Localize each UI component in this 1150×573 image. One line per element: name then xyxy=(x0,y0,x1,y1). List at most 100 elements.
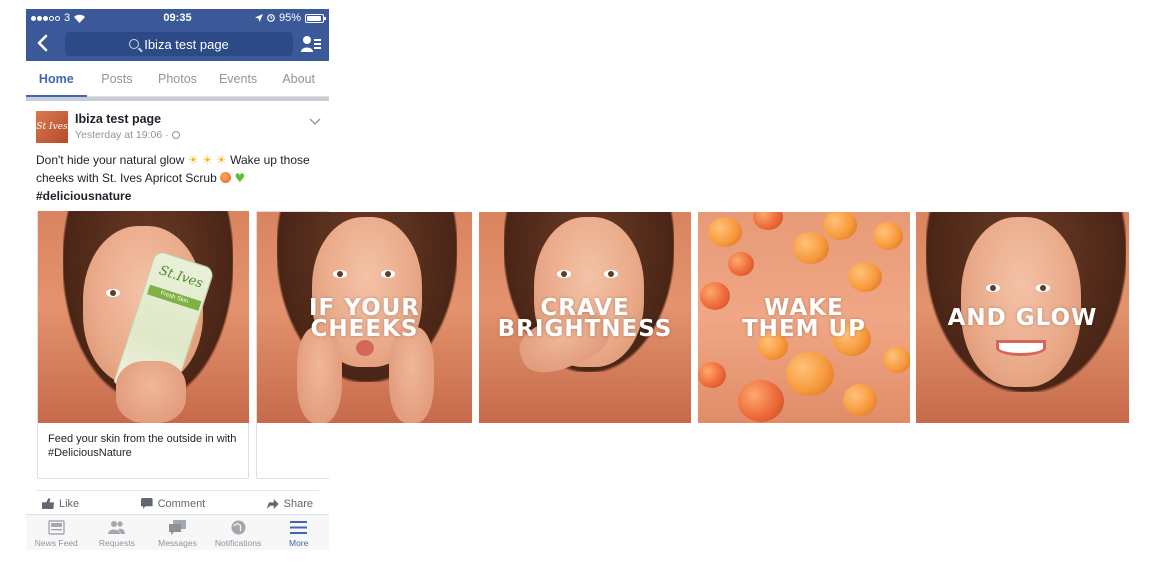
apricot xyxy=(793,232,829,264)
bottom-tab-label: Requests xyxy=(98,538,135,548)
peach-emoji-icon xyxy=(220,172,232,183)
lips xyxy=(356,340,374,356)
post-hashtag[interactable]: #deliciousnature xyxy=(36,189,131,203)
sun-emoji-icon: ☀ xyxy=(201,153,213,167)
post-text: Don't hide your natural glow ☀ ☀ ☀ Wake … xyxy=(36,151,321,205)
apricot xyxy=(883,347,910,373)
bottom-tab-label: Messages xyxy=(158,538,197,548)
post-text-line1: Don't hide your natural glow xyxy=(36,153,185,167)
news-feed-icon xyxy=(48,520,65,535)
page-tabs: Home Posts Photos Events About xyxy=(26,61,329,97)
slide-overlay-text: CRAVE BRIGHTNESS xyxy=(479,297,691,342)
carousel-image-3[interactable]: CRAVE BRIGHTNESS xyxy=(479,212,691,423)
tab-posts[interactable]: Posts xyxy=(87,61,148,96)
status-bar: 3 09:35 95% xyxy=(26,9,329,28)
green-heart-emoji-icon: ♥ xyxy=(234,171,246,185)
apricot xyxy=(848,262,882,292)
apricot xyxy=(873,222,903,250)
carousel-image-5[interactable]: AND GLOW xyxy=(916,212,1129,423)
comment-button[interactable]: Comment xyxy=(135,498,212,510)
sun-emoji-icon: ☀ xyxy=(215,153,227,167)
bottom-tab-label: News Feed xyxy=(34,538,78,548)
apricot xyxy=(753,212,783,230)
requests-icon xyxy=(108,521,126,534)
search-icon xyxy=(129,39,140,49)
product-brand-label: St.Ives xyxy=(157,263,205,292)
more-icon xyxy=(290,521,308,534)
battery-percent: 95% xyxy=(278,12,301,24)
bottom-tab-notifications[interactable]: Notifications xyxy=(208,515,269,550)
overlay-line: THEM UP xyxy=(741,316,867,342)
post-meta: Yesterday at 19:06 · xyxy=(75,129,180,141)
carousel-card-caption: Feed your skin from the outside in with … xyxy=(48,433,237,459)
sun-emoji-icon: ☀ xyxy=(187,153,199,167)
bottom-tab-bar: News Feed Requests Messages Notification… xyxy=(26,514,329,550)
slide-overlay-text: WAKE THEM UP xyxy=(698,297,910,342)
globe-icon xyxy=(171,131,180,139)
bottom-tab-more[interactable]: More xyxy=(268,515,329,550)
bottom-tab-messages[interactable]: Messages xyxy=(147,515,208,550)
bottom-tab-label: Notifications xyxy=(214,538,262,548)
slide-overlay-text: IF YOUR CHEEKS xyxy=(257,297,472,342)
tab-events[interactable]: Events xyxy=(208,61,269,96)
eye xyxy=(333,270,347,278)
alarm-icon xyxy=(267,14,275,22)
status-right: 95% xyxy=(254,12,326,24)
notifications-icon xyxy=(231,520,246,535)
apricot xyxy=(698,362,726,388)
bottom-tab-label: More xyxy=(288,538,309,548)
share-icon xyxy=(266,499,279,509)
post-page-name[interactable]: Ibiza test page xyxy=(75,112,161,126)
search-text: Ibiza test page xyxy=(144,36,229,52)
like-label: Like xyxy=(59,497,80,510)
post-action-bar: Like Comment Share xyxy=(36,490,319,516)
tab-photos[interactable]: Photos xyxy=(147,61,208,96)
overlay-line: BRIGHTNESS xyxy=(497,316,673,342)
post-options-button[interactable] xyxy=(309,113,321,125)
navigation-bar: Ibiza test page xyxy=(26,28,329,61)
apricot xyxy=(823,212,857,240)
apricot xyxy=(843,384,877,416)
share-label: Share xyxy=(283,497,313,510)
search-field[interactable]: Ibiza test page xyxy=(65,32,293,56)
eye xyxy=(604,270,618,278)
apricot xyxy=(738,380,784,422)
thumbs-up-icon xyxy=(42,498,54,509)
like-button[interactable]: Like xyxy=(36,498,85,510)
comment-label: Comment xyxy=(157,497,206,510)
carousel-image-2[interactable]: IF YOUR CHEEKS xyxy=(257,212,472,423)
chevron-down-icon xyxy=(309,118,321,125)
chevron-left-icon xyxy=(37,34,48,52)
overlay-line: CHEEKS xyxy=(310,316,419,342)
tab-home[interactable]: Home xyxy=(26,61,87,97)
apricot xyxy=(786,352,834,396)
battery-icon xyxy=(305,13,326,23)
share-button[interactable]: Share xyxy=(261,498,319,510)
comment-icon xyxy=(140,498,153,509)
post-timestamp[interactable]: Yesterday at 19:06 xyxy=(75,129,162,141)
friend-list-icon xyxy=(301,36,321,52)
post-text-line2: cheeks with St. Ives Apricot Scrub xyxy=(36,171,217,185)
back-button[interactable] xyxy=(36,34,52,54)
bottom-tab-requests[interactable]: Requests xyxy=(87,515,148,550)
page-avatar[interactable]: St Ives xyxy=(36,111,68,143)
eye xyxy=(381,270,395,278)
tab-about[interactable]: About xyxy=(268,61,329,96)
carousel-image-1[interactable]: St.Ives Fresh Skin xyxy=(38,211,249,423)
overlay-line: AND GLOW xyxy=(947,305,1098,331)
eye xyxy=(986,284,1000,292)
slide-overlay-text: AND GLOW xyxy=(916,305,1129,331)
eye xyxy=(106,289,120,297)
meta-separator: · xyxy=(165,129,169,141)
location-arrow-icon xyxy=(254,14,263,22)
eye xyxy=(1036,284,1050,292)
apricot xyxy=(728,252,754,276)
friends-button[interactable] xyxy=(301,35,321,53)
face xyxy=(961,217,1081,387)
bottom-tab-news-feed[interactable]: News Feed xyxy=(26,515,87,550)
carousel-image-4[interactable]: WAKE THEM UP xyxy=(698,212,910,423)
messages-icon xyxy=(168,520,186,535)
eye xyxy=(557,270,571,278)
smile xyxy=(996,340,1046,356)
apricot xyxy=(708,217,742,247)
